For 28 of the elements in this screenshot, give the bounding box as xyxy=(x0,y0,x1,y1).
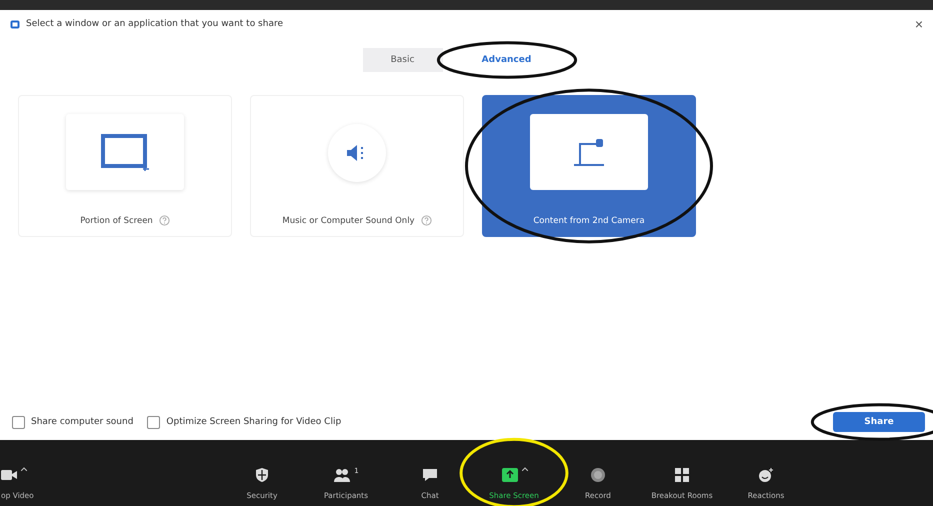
checkbox-label: Share computer sound xyxy=(31,417,134,427)
video-camera-icon xyxy=(0,467,18,483)
record-icon xyxy=(589,467,607,483)
shield-icon xyxy=(253,467,271,483)
option-label: Portion of Screen xyxy=(80,216,153,226)
screen-portion-icon xyxy=(99,132,151,172)
help-icon[interactable] xyxy=(420,215,432,226)
close-button[interactable]: × xyxy=(912,16,925,32)
dialog-title: Select a window or an application that you want to share xyxy=(26,19,284,29)
smiley-icon xyxy=(757,467,775,483)
chat-bubble-icon xyxy=(421,467,439,483)
caret-icon[interactable] xyxy=(522,467,528,471)
caret-icon[interactable] xyxy=(21,467,27,471)
app-icon xyxy=(10,20,20,28)
tab[interactable]: Basic xyxy=(362,48,442,72)
help-icon[interactable] xyxy=(158,215,170,226)
option-label: Music or Computer Sound Only xyxy=(282,216,415,226)
share-option-card[interactable]: Content from 2nd Camera xyxy=(482,95,696,237)
option-label: Content from 2nd Camera xyxy=(533,216,645,226)
share-screen-icon xyxy=(500,467,518,483)
share-option-card[interactable]: Music or Computer Sound Only xyxy=(250,95,464,237)
people-icon xyxy=(333,467,352,483)
checkbox[interactable] xyxy=(12,416,25,428)
share-button[interactable]: Share xyxy=(833,412,925,432)
grid-icon xyxy=(673,467,691,483)
checkbox-label: Optimize Screen Sharing for Video Clip xyxy=(166,417,342,427)
checkbox[interactable] xyxy=(147,416,160,428)
share-option-card[interactable]: Portion of Screen xyxy=(18,95,232,237)
